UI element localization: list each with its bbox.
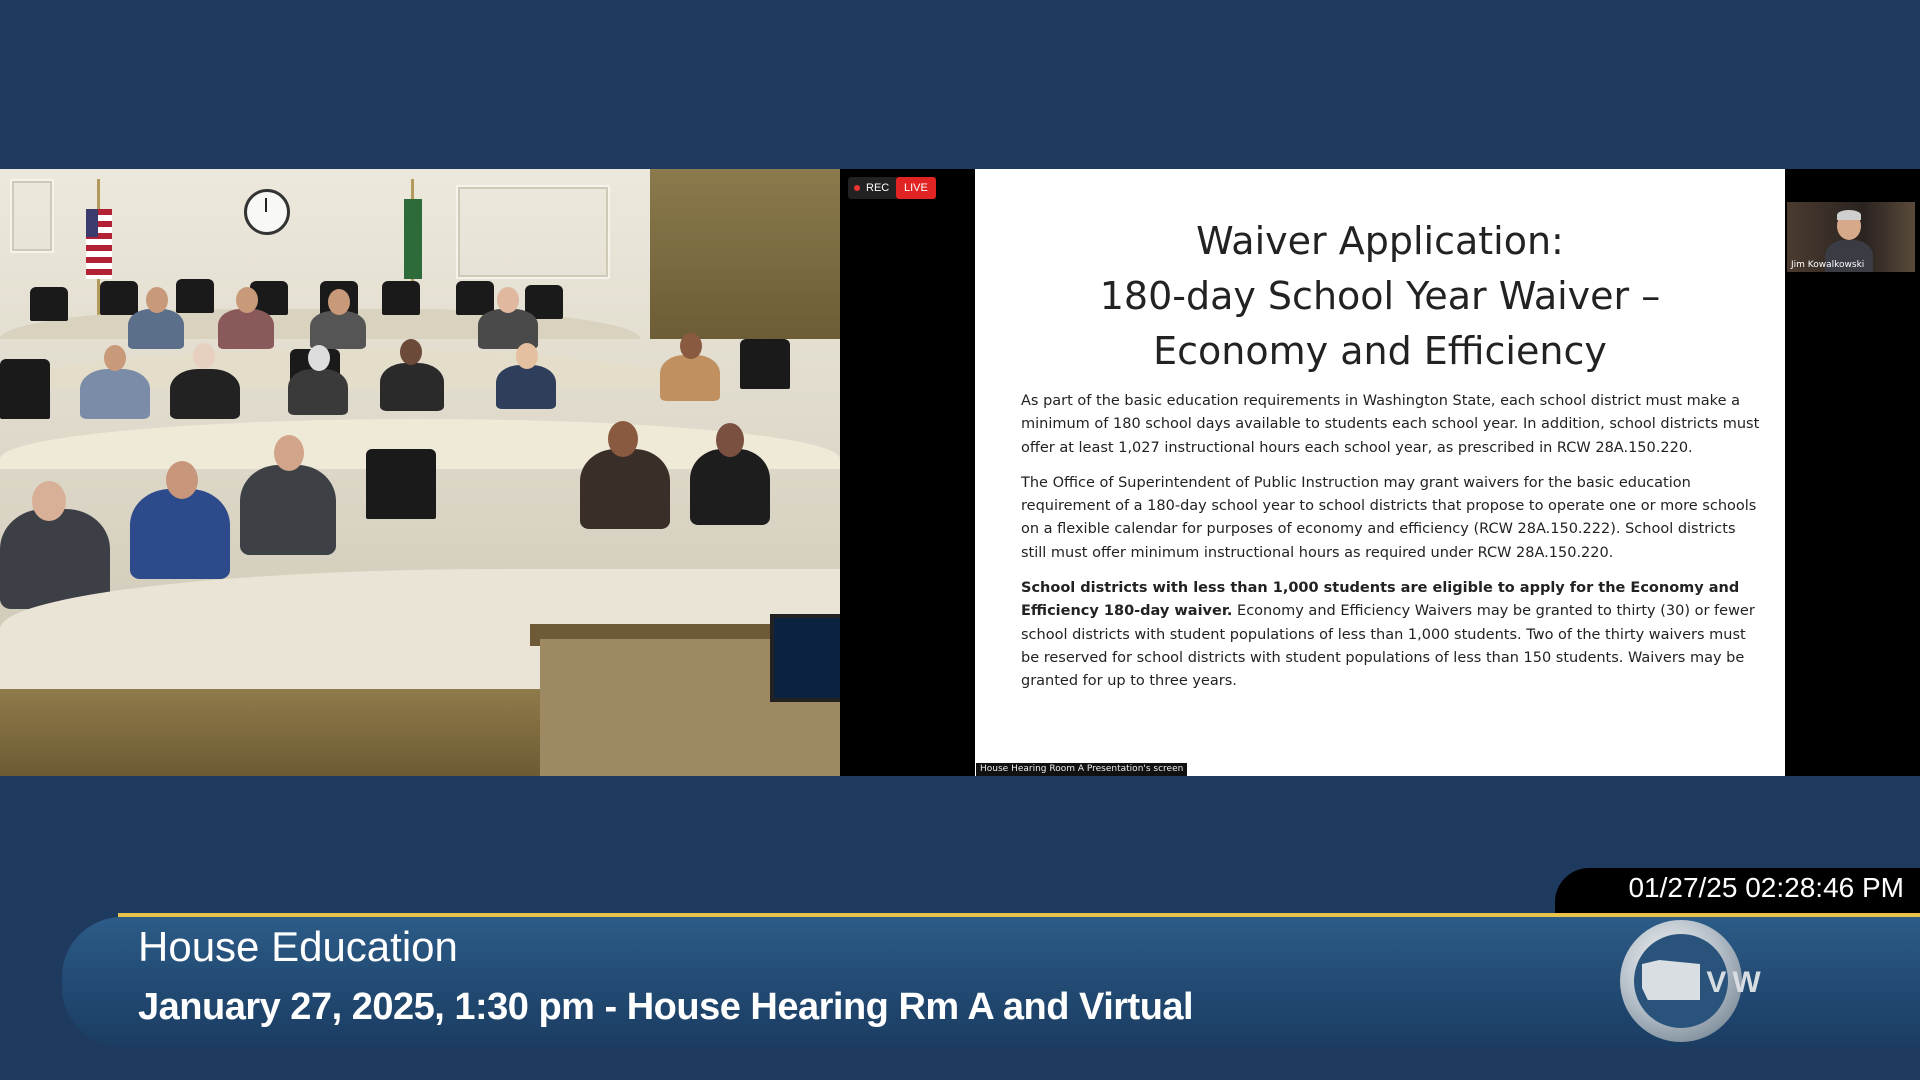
head	[328, 289, 350, 315]
screen-share-label: House Hearing Room A Presentation's scre…	[976, 763, 1188, 776]
head	[146, 287, 168, 313]
head	[680, 333, 702, 359]
head	[516, 343, 538, 369]
head	[193, 343, 215, 369]
chair	[456, 281, 494, 315]
participant-video-tile[interactable]: Jim Kowalkowski	[1787, 202, 1915, 272]
head	[236, 287, 258, 313]
head	[274, 435, 304, 471]
chair	[176, 279, 214, 313]
head	[308, 345, 330, 371]
committee-member	[240, 465, 336, 555]
committee-member	[80, 369, 150, 419]
us-flag-icon	[86, 209, 112, 279]
wall-panel	[10, 179, 54, 253]
head	[104, 345, 126, 371]
chair	[30, 287, 68, 321]
committee-member	[128, 309, 184, 349]
slide-paragraph: As part of the basic education requireme…	[1021, 393, 1760, 456]
broadcast-timestamp: 01/27/25 02:28:46 PM	[1628, 872, 1904, 903]
washington-flag-icon	[404, 199, 422, 279]
committee-member	[288, 369, 348, 415]
committee-member	[660, 355, 720, 401]
hearing-room-camera-feed	[0, 169, 840, 776]
participant-name: Jim Kowalkowski	[1791, 260, 1865, 270]
lectern-monitor	[770, 614, 840, 702]
slide-title: Waiver Application: 180-day School Year …	[975, 214, 1785, 379]
head	[32, 481, 66, 521]
rec-indicator: REC	[848, 177, 898, 199]
chair	[740, 339, 790, 389]
slide-title-line: Economy and Efficiency	[1153, 329, 1607, 373]
slide-paragraph: School districts with less than 1,000 st…	[1021, 577, 1761, 693]
committee-member	[130, 489, 230, 579]
head	[400, 339, 422, 365]
wood-wall	[650, 169, 840, 339]
chair	[100, 281, 138, 315]
slide-paragraph: The Office of Superintendent of Public I…	[1021, 474, 1757, 561]
committee-member	[170, 369, 240, 419]
shared-slide: Waiver Application: 180-day School Year …	[975, 169, 1785, 776]
rec-label: REC	[866, 182, 890, 194]
record-dot-icon	[854, 185, 860, 191]
head	[166, 461, 198, 499]
committee-member	[496, 365, 556, 409]
wall-clock-icon	[244, 189, 290, 235]
committee-member	[580, 449, 670, 529]
chair	[0, 359, 50, 419]
committee-member	[310, 311, 366, 349]
committee-member	[380, 363, 444, 411]
head	[716, 423, 744, 457]
wall-panel	[456, 185, 610, 279]
program-subtitle: January 27, 2025, 1:30 pm - House Hearin…	[138, 986, 1194, 1028]
committee-member	[690, 449, 770, 525]
tvw-logo: TVW	[1620, 920, 1780, 1045]
head	[608, 421, 638, 457]
live-indicator: LIVE	[896, 177, 936, 199]
head	[497, 287, 519, 313]
committee-member	[218, 309, 274, 349]
slide-title-line: 180-day School Year Waiver –	[1099, 274, 1661, 318]
program-title: House Education	[138, 923, 458, 970]
tvw-logo-text: TVW	[1682, 966, 1767, 999]
participant-hair	[1837, 210, 1861, 220]
slide-body: As part of the basic education requireme…	[1021, 390, 1761, 706]
live-label: LIVE	[904, 182, 928, 194]
video-strip: REC LIVE Waiver Application: 180-day Sch…	[0, 169, 1920, 776]
slide-title-line: Waiver Application:	[1196, 219, 1564, 263]
chair	[382, 281, 420, 315]
chair	[366, 449, 436, 519]
